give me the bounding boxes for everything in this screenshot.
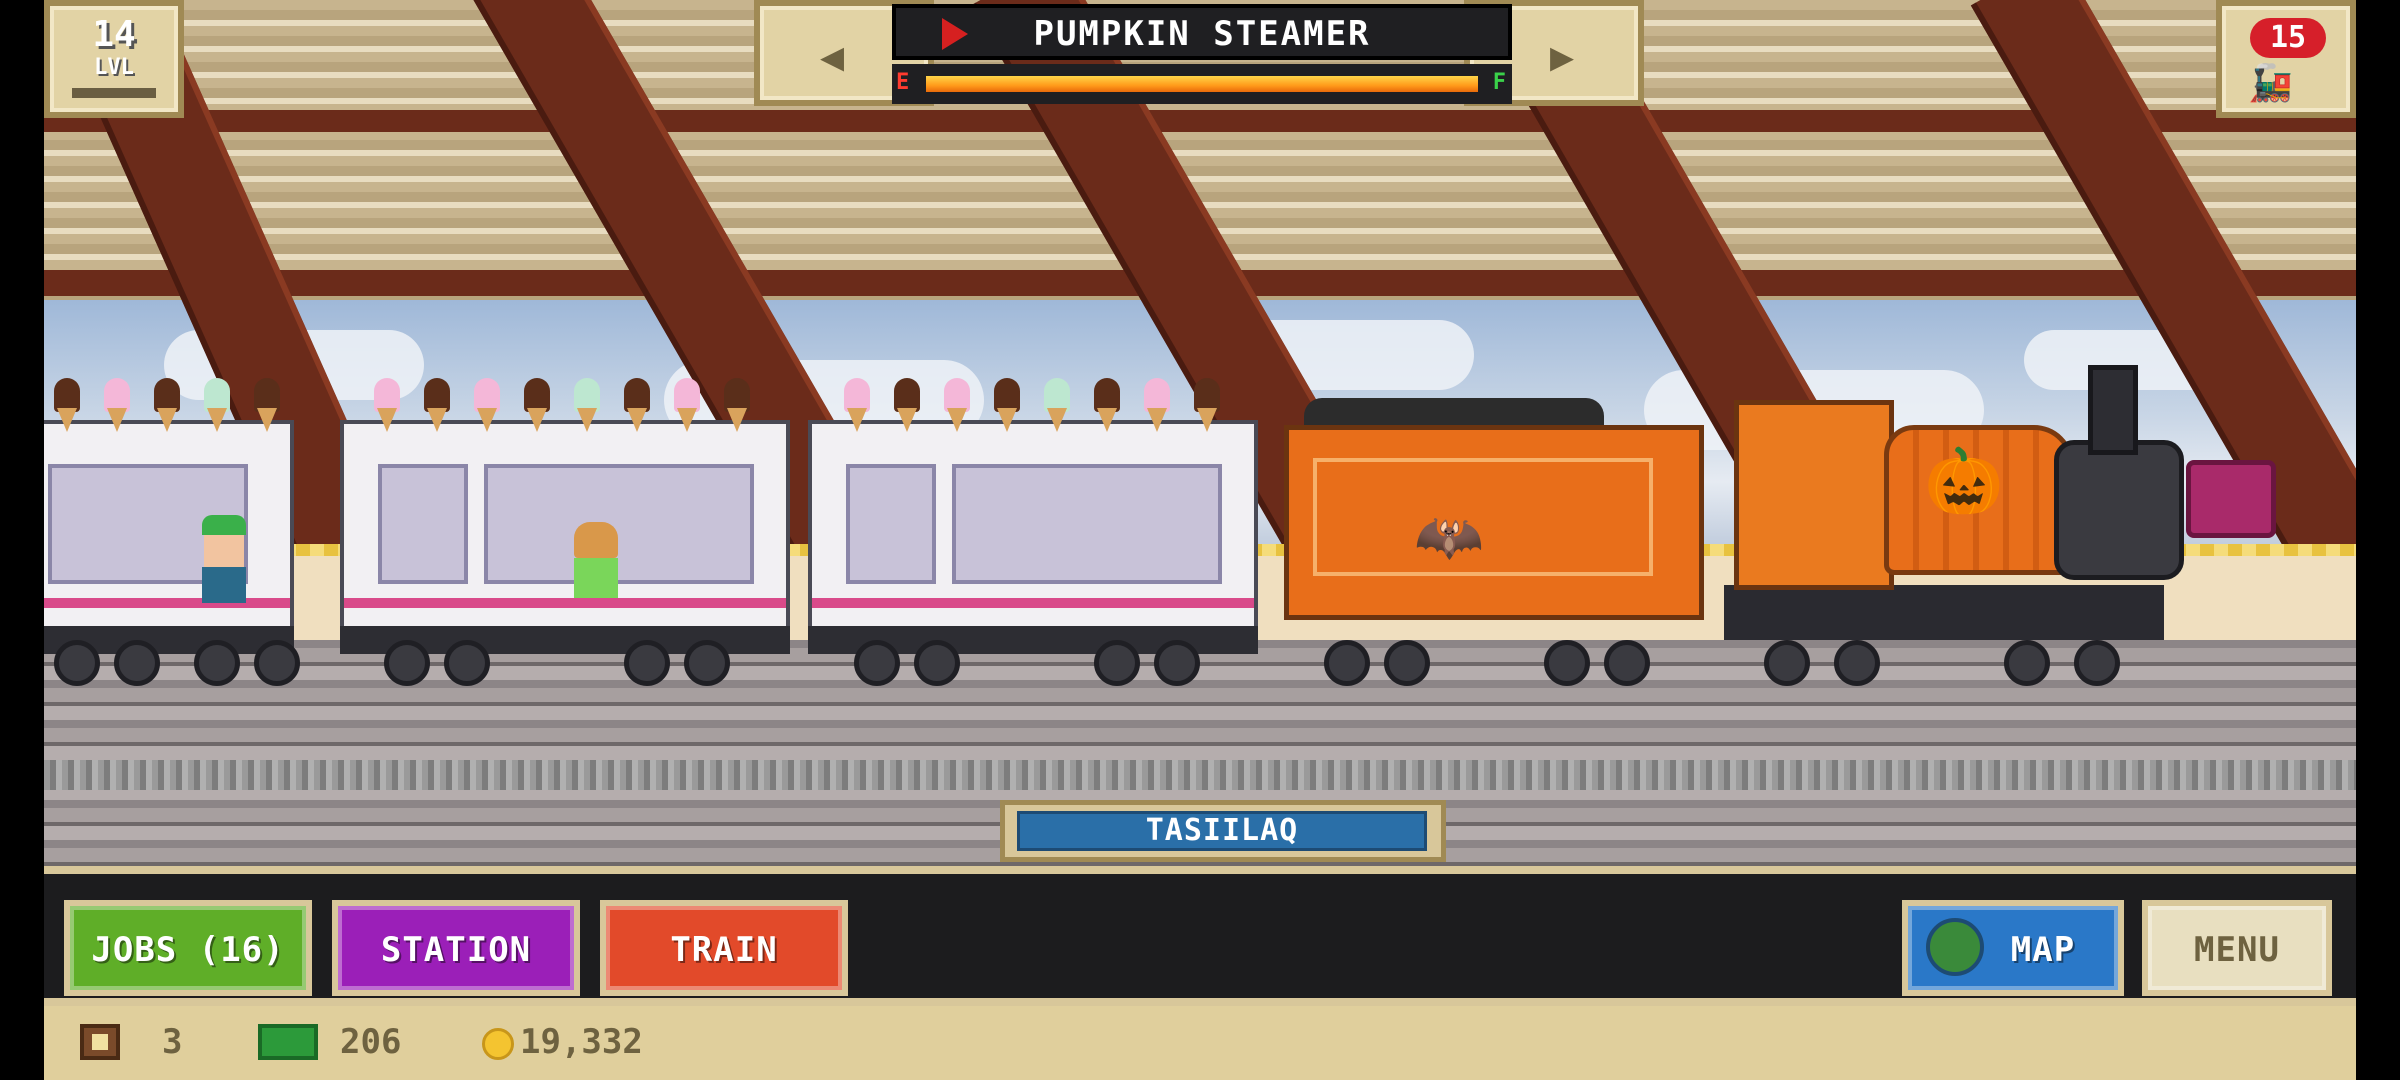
arrow-left-icon: ◀ [820, 34, 845, 80]
menu-button-label: MENU [2148, 906, 2326, 990]
coin-icon [482, 1028, 514, 1060]
ice-cream-car[interactable] [808, 420, 1258, 654]
level-progress-bar [72, 88, 156, 98]
fuel-fill [926, 76, 1478, 92]
locomotive-chassis [1724, 585, 2164, 640]
locomotive-cab[interactable] [1734, 400, 1894, 590]
fuel-empty-label: E [896, 70, 910, 95]
arrow-right-icon: ▶ [1550, 34, 1575, 80]
fuel-track [926, 76, 1478, 92]
bat-icon: 🦇 [1414, 505, 1484, 570]
cash-amount: 206 [340, 1022, 402, 1062]
menu-button[interactable]: MENU [2142, 900, 2332, 996]
jack-o-lantern-face-icon: 🎃 [1924, 445, 2004, 519]
level-badge[interactable]: 14 LVL [44, 0, 184, 118]
cash-icon [258, 1024, 318, 1060]
station-name: TASIILAQ [1017, 811, 1427, 851]
train-name: PUMPKIN STEAMER [1033, 14, 1371, 54]
station-button[interactable]: STATION [332, 900, 580, 996]
chimney [2088, 365, 2138, 455]
crate-icon [80, 1024, 120, 1060]
luggage-bag-icon[interactable] [2186, 460, 2276, 538]
level-number: 14 [92, 14, 136, 55]
ticket-count: 15 [2250, 18, 2326, 58]
ticket-train-icon: 🚂 [2248, 63, 2293, 104]
jobs-button[interactable]: JOBS (16) [64, 900, 312, 996]
bottom-toolbar: JOBS (16) STATION TRAIN MAP MENU [44, 866, 2356, 1006]
fuel-gauge: E F [892, 64, 1512, 104]
track-gravel [44, 760, 2356, 790]
level-label: LVL [94, 55, 134, 80]
game-viewport: 🦇 🎃 14 LVL ◀ ▶ PUMPKIN STEAMER E F 15 🚂 … [44, 0, 2356, 1080]
train-name-box[interactable]: PUMPKIN STEAMER [892, 4, 1512, 60]
passenger [202, 515, 246, 605]
jobs-button-label: JOBS (16) [70, 906, 306, 990]
crate-count: 3 [162, 1022, 183, 1062]
station-button-label: STATION [338, 906, 574, 990]
pumpkin-tender-car[interactable] [1284, 425, 1704, 620]
smokebox [2054, 440, 2184, 580]
tickets-badge[interactable]: 15 🚂 [2216, 0, 2356, 118]
fuel-full-label: F [1492, 70, 1506, 95]
resource-status-bar: 3 206 19,332 [44, 1006, 2356, 1080]
train-button[interactable]: TRAIN [600, 900, 848, 996]
coin-amount: 19,332 [520, 1022, 643, 1062]
roof-beam [44, 110, 2356, 132]
passenger [574, 522, 618, 612]
train-button-label: TRAIN [606, 906, 842, 990]
ice-cream-car[interactable] [340, 420, 790, 654]
map-button[interactable]: MAP [1902, 900, 2124, 996]
globe-icon [1926, 918, 1984, 976]
ice-cream-car[interactable] [44, 420, 294, 654]
station-name-plate: TASIILAQ [1000, 800, 1446, 862]
